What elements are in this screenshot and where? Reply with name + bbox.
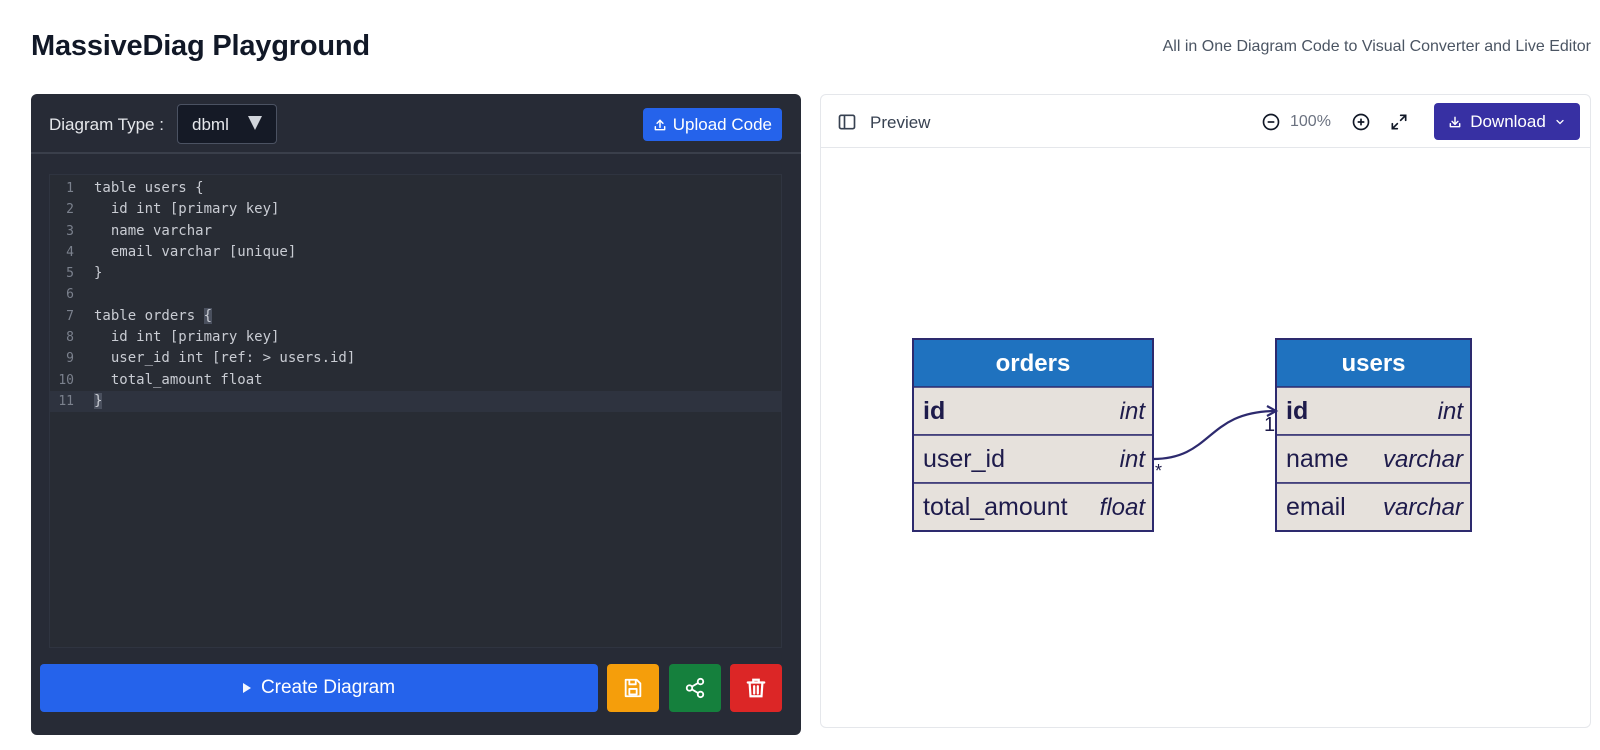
delete-button[interactable] xyxy=(730,664,782,712)
table-row-orders-id xyxy=(912,386,1154,436)
download-label: Download xyxy=(1470,111,1546,131)
line-number: 5 xyxy=(66,266,74,282)
relation-line xyxy=(1152,409,1277,461)
matching-bracket: } xyxy=(94,392,103,409)
download-icon xyxy=(1449,116,1461,127)
line-number: 10 xyxy=(58,372,74,388)
sidebar-toggle-icon[interactable] xyxy=(837,112,857,132)
line-number: 2 xyxy=(66,202,74,218)
code-editor[interactable]: 1 table users {2 id int [primary key] 3 na… xyxy=(49,174,782,648)
code-line[interactable]: 1 table users { xyxy=(50,178,781,199)
diagram-type-label: Diagram Type : xyxy=(49,115,164,134)
create-diagram-button[interactable]: Create Diagram xyxy=(40,664,598,712)
diagram-type-select[interactable]: dbml xyxy=(177,104,277,144)
column-name: email xyxy=(1286,493,1346,521)
action-bar: Create Diagram xyxy=(40,664,792,712)
code-line[interactable]: 2 id int [primary key] xyxy=(50,199,781,220)
code-text: user_id int [ref: > users.id] xyxy=(94,350,356,367)
save-icon xyxy=(624,678,642,698)
zoom-out-icon[interactable] xyxy=(1261,112,1281,132)
code-text: } xyxy=(94,265,103,282)
code-text: table users { xyxy=(94,180,204,196)
play-icon xyxy=(242,683,251,693)
line-number: 1 xyxy=(66,181,74,196)
line-number: 6 xyxy=(66,287,74,303)
caret-down-icon xyxy=(248,116,262,130)
upload-icon xyxy=(654,119,666,130)
line-number: 7 xyxy=(66,308,74,324)
preview-label: Preview xyxy=(870,113,931,132)
column-name: user_id xyxy=(923,445,1005,473)
line-number: 8 xyxy=(66,330,74,346)
zoom-level: 100% xyxy=(1290,113,1331,130)
code-text: id int [primary key] xyxy=(94,201,280,218)
column-type: float xyxy=(1100,494,1147,521)
create-diagram-label: Create Diagram xyxy=(260,677,396,698)
share-icon xyxy=(685,677,705,699)
relation-many-label: * xyxy=(1155,461,1162,481)
line-number: 9 xyxy=(66,351,74,367)
code-line[interactable]: 8 id int [primary key] xyxy=(50,327,781,348)
code-line[interactable]: 3 name varchar xyxy=(50,221,781,242)
column-type: varchar xyxy=(1383,446,1464,473)
code-line[interactable]: 10 total_amount float xyxy=(50,370,781,391)
line-number: 11 xyxy=(58,393,74,409)
code-text: name varchar xyxy=(94,222,213,239)
table-title-orders: orders xyxy=(996,350,1071,377)
column-name: id xyxy=(923,397,945,425)
download-button[interactable]: Download xyxy=(1434,103,1580,140)
code-text: email varchar [unique] xyxy=(94,243,297,260)
relation-one-label: 1 xyxy=(1264,414,1275,436)
code-line[interactable]: 6 xyxy=(50,284,781,305)
column-name: name xyxy=(1286,445,1349,473)
trash-icon xyxy=(746,678,766,698)
code-text: id int [primary key] xyxy=(94,329,280,346)
editor-panel: Diagram Type : dbml Upload Code 1 table u… xyxy=(31,94,801,735)
share-button[interactable] xyxy=(669,664,721,712)
column-type: int xyxy=(1438,398,1465,425)
table-title-users: users xyxy=(1341,350,1405,377)
zoom-in-icon[interactable] xyxy=(1351,112,1371,132)
preview-toolbar: Preview 100% Download xyxy=(821,95,1590,148)
chevron-down-icon xyxy=(1556,119,1564,124)
editor-toolbar: Diagram Type : dbml Upload Code xyxy=(31,94,801,154)
app-title: MassiveDiag Playground xyxy=(31,30,370,62)
line-number: 4 xyxy=(66,244,74,260)
column-type: int xyxy=(1120,446,1147,473)
matching-bracket: { xyxy=(203,307,213,324)
fullscreen-icon[interactable] xyxy=(1389,112,1409,132)
column-name: id xyxy=(1286,397,1308,425)
preview-panel: Preview 100% Download orders id int user_id… xyxy=(820,94,1591,728)
code-line[interactable]: 7 table orders { xyxy=(50,306,781,327)
save-button[interactable] xyxy=(607,664,659,712)
code-text: table orders { xyxy=(94,307,213,324)
column-type: int xyxy=(1120,398,1147,425)
code-line[interactable]: 5} xyxy=(50,263,781,284)
diagram-type-value: dbml xyxy=(192,115,229,134)
column-name: total_amount xyxy=(923,493,1068,521)
line-number: 3 xyxy=(66,223,74,239)
upload-code-button[interactable]: Upload Code xyxy=(642,108,782,141)
code-text: } xyxy=(94,392,103,409)
upload-code-label: Upload Code xyxy=(672,114,772,134)
code-text: total_amount float xyxy=(94,371,263,388)
code-line[interactable]: 4 email varchar [unique] xyxy=(50,242,781,263)
code-line[interactable]: 11} xyxy=(50,390,781,413)
code-line[interactable]: 9 user_id int [ref: > users.id] xyxy=(50,348,781,369)
er-diagram: orders id int user_id int total_amount float us… xyxy=(912,338,1472,532)
column-type: varchar xyxy=(1383,494,1464,521)
page-header: MassiveDiag Playground All in One Diagra… xyxy=(31,28,1591,68)
app-subtitle: All in One Diagram Code to Visual Conver… xyxy=(1162,38,1591,55)
